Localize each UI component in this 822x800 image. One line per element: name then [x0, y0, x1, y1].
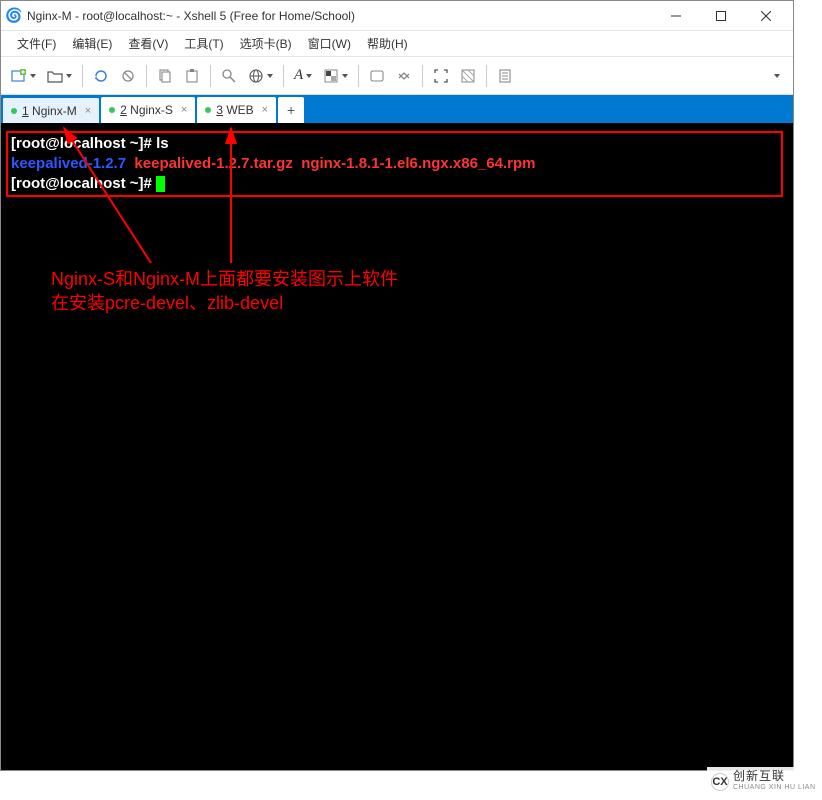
- terminal-cursor: [156, 176, 165, 192]
- toolbar-separator: [422, 65, 423, 87]
- toolbar-separator: [486, 65, 487, 87]
- toolbar-separator: [283, 65, 284, 87]
- tab-close-icon[interactable]: ×: [85, 105, 91, 117]
- toolbar-separator: [358, 65, 359, 87]
- tab-web[interactable]: 3 WEB ×: [197, 97, 276, 123]
- toolbar: A: [1, 57, 793, 95]
- window-controls: [653, 1, 788, 30]
- maximize-button[interactable]: [698, 1, 743, 30]
- globe-button[interactable]: [244, 64, 277, 88]
- search-button[interactable]: [217, 64, 241, 88]
- colorscheme-button[interactable]: [319, 64, 352, 88]
- toolbar-separator: [146, 65, 147, 87]
- status-dot-icon: [11, 108, 17, 114]
- tabstrip: 1 Nginx-M × 2 Nginx-S × 3 WEB × +: [1, 95, 793, 123]
- paste-button[interactable]: [180, 64, 204, 88]
- tab-close-icon[interactable]: ×: [262, 104, 268, 116]
- status-dot-icon: [109, 107, 115, 113]
- menu-help[interactable]: 帮助(H): [359, 33, 416, 54]
- properties-button[interactable]: [493, 64, 517, 88]
- titlebar: 🌀 Nginx-M - root@localhost:~ - Xshell 5 …: [1, 1, 793, 31]
- watermark: CX 创新互联 CHUANG XIN HU LIAN: [707, 767, 822, 797]
- tab-nginx-m[interactable]: 1 Nginx-M ×: [3, 97, 99, 123]
- close-button[interactable]: [743, 1, 788, 30]
- window-title: Nginx-M - root@localhost:~ - Xshell 5 (F…: [27, 9, 653, 23]
- annotation-text: Nginx-S和Nginx-M上面都要安装图示上软件 在安装pcre-devel…: [51, 267, 398, 315]
- copy-button[interactable]: [153, 64, 177, 88]
- font-button[interactable]: A: [290, 64, 316, 88]
- menu-view[interactable]: 查看(V): [120, 33, 176, 54]
- new-session-button[interactable]: [7, 64, 40, 88]
- script-button[interactable]: [365, 64, 389, 88]
- tab-close-icon[interactable]: ×: [181, 104, 187, 116]
- menu-file[interactable]: 文件(F): [9, 33, 64, 54]
- toolbar-separator: [210, 65, 211, 87]
- menu-tools[interactable]: 工具(T): [176, 33, 231, 54]
- terminal[interactable]: [root@localhost ~]# ls keepalived-1.2.7 …: [1, 123, 793, 770]
- menu-window[interactable]: 窗口(W): [300, 33, 359, 54]
- open-button[interactable]: [43, 64, 76, 88]
- menubar: 文件(F) 编辑(E) 查看(V) 工具(T) 选项卡(B) 窗口(W) 帮助(…: [1, 31, 793, 57]
- fullscreen-button[interactable]: [429, 64, 453, 88]
- tab-label: 2 Nginx-S: [120, 103, 173, 117]
- annotation-box: [root@localhost ~]# ls keepalived-1.2.7 …: [6, 131, 783, 197]
- watermark-icon: CX: [711, 773, 729, 791]
- status-dot-icon: [205, 107, 211, 113]
- new-tab-button[interactable]: +: [278, 97, 304, 123]
- tab-label: 1 Nginx-M: [22, 104, 77, 118]
- menu-edit[interactable]: 编辑(E): [64, 33, 120, 54]
- app-icon: 🌀: [6, 8, 22, 24]
- transfer-button[interactable]: [392, 64, 416, 88]
- toolbar-separator: [82, 65, 83, 87]
- minimize-button[interactable]: [653, 1, 698, 30]
- transparency-button[interactable]: [456, 64, 480, 88]
- tab-label: 3 WEB: [216, 103, 253, 117]
- toolbar-overflow[interactable]: [763, 64, 787, 88]
- tab-nginx-s[interactable]: 2 Nginx-S ×: [101, 97, 195, 123]
- reconnect-button[interactable]: [89, 64, 113, 88]
- menu-tabs[interactable]: 选项卡(B): [232, 33, 300, 54]
- disconnect-button[interactable]: [116, 64, 140, 88]
